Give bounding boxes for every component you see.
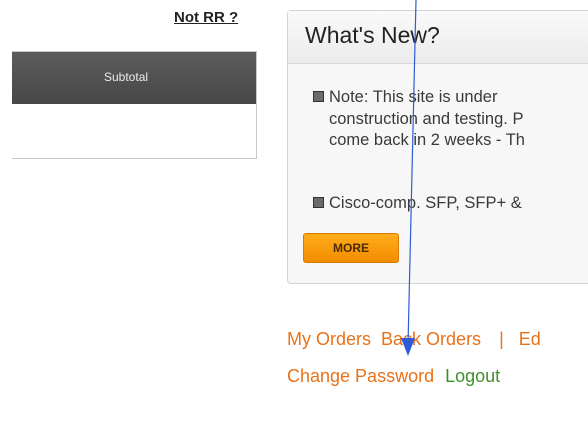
annotation-arrow-head [401,338,415,356]
annotation-arrow-icon [401,0,417,356]
annotation-arrow-line [407,0,417,346]
